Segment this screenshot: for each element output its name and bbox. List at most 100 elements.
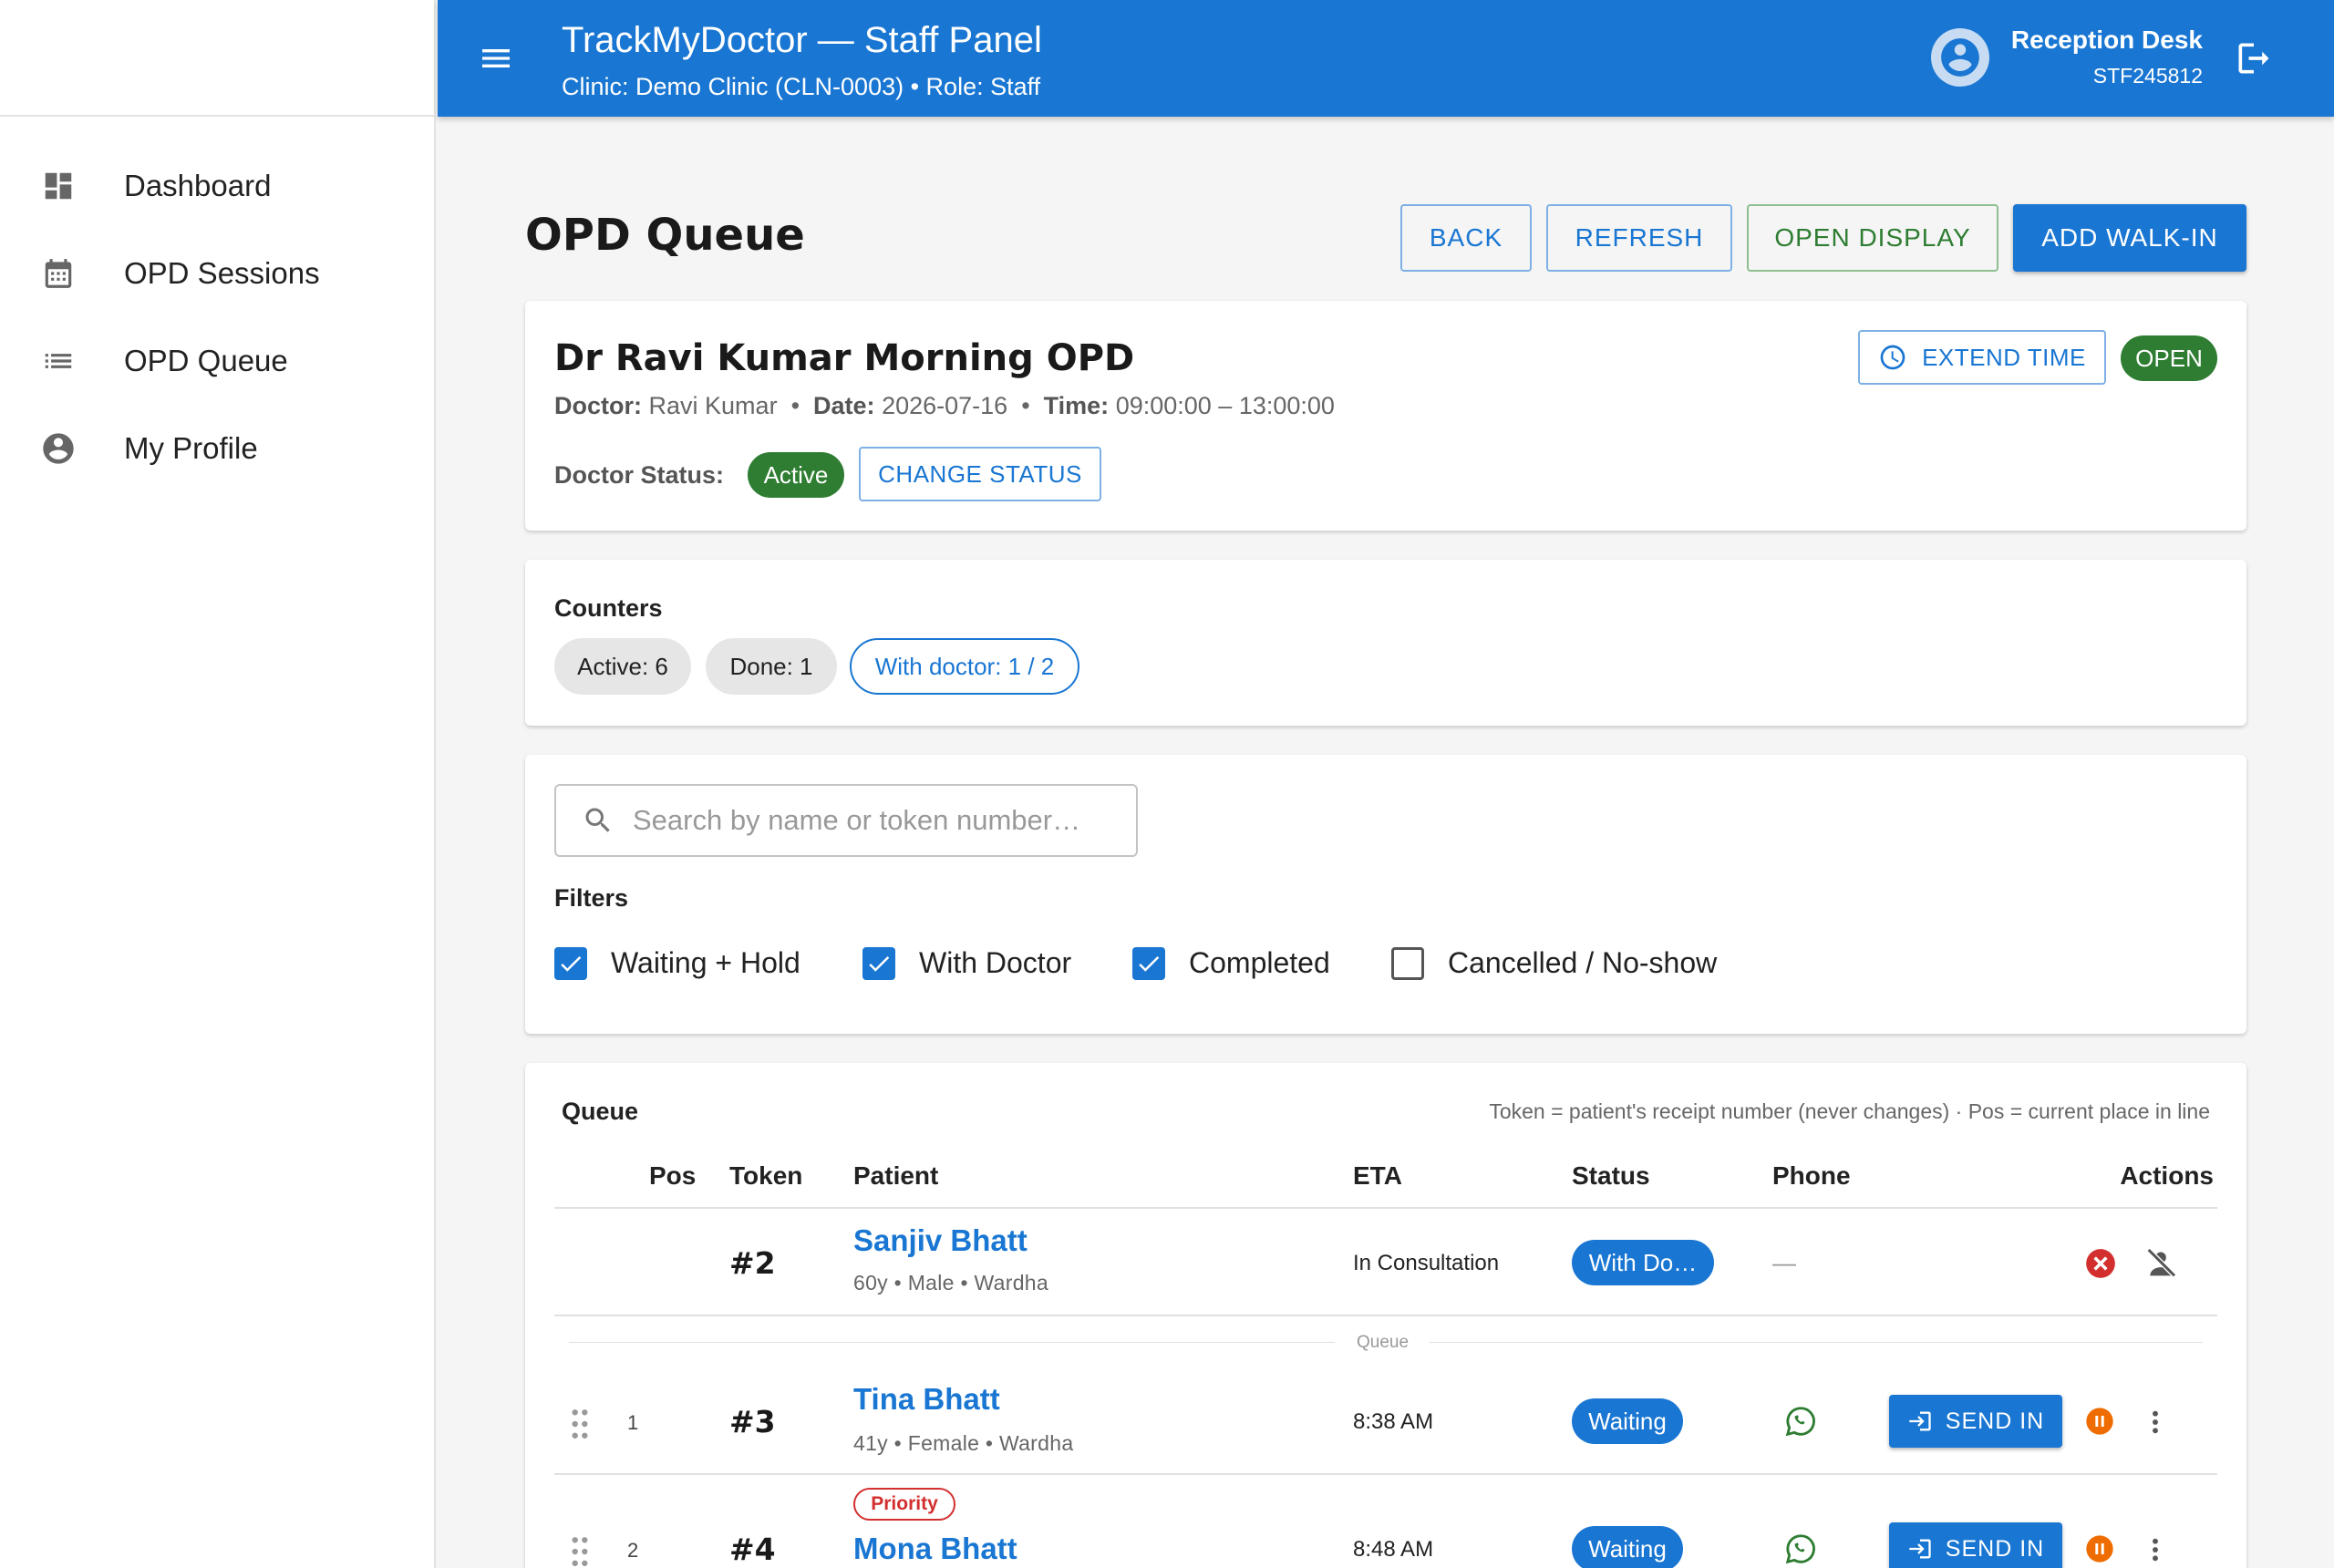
search-input[interactable] xyxy=(633,804,1125,837)
more-vert-icon[interactable] xyxy=(2144,1532,2166,1568)
counter-active: Active: 6 xyxy=(554,638,691,695)
filter-label: Cancelled / No-show xyxy=(1448,946,1718,979)
search-field[interactable] xyxy=(554,784,1138,857)
search-icon xyxy=(582,804,614,837)
filter-cancelled-noshow[interactable]: Cancelled / No-show xyxy=(1391,946,1717,980)
patient-name-link[interactable]: Mona Bhatt xyxy=(853,1532,1017,1566)
position-number: 2 xyxy=(627,1539,639,1562)
counters-card: Counters Active: 6 Done: 1 With doctor: … xyxy=(525,560,2246,726)
person-off-icon[interactable] xyxy=(2141,1243,2181,1284)
send-in-label: SEND IN xyxy=(1945,1408,2045,1434)
status-badge: Waiting xyxy=(1572,1398,1683,1444)
sidebar-item-dashboard[interactable]: Dashboard xyxy=(0,142,434,230)
account-circle-icon xyxy=(40,430,77,467)
list-icon xyxy=(40,343,77,379)
column-header-eta: ETA xyxy=(1353,1161,1402,1190)
column-header-pos: Pos xyxy=(649,1161,697,1190)
filter-with-doctor[interactable]: With Doctor xyxy=(862,946,1071,980)
send-in-label: SEND IN xyxy=(1945,1535,2045,1562)
priority-badge: Priority xyxy=(853,1488,955,1521)
user-name: Reception Desk xyxy=(2010,26,2203,54)
filter-label: Waiting + Hold xyxy=(611,946,800,979)
calendar-icon xyxy=(40,255,77,292)
doctor-name: Ravi Kumar xyxy=(648,392,778,419)
filter-label: Completed xyxy=(1189,946,1330,979)
status-badge: With Do… xyxy=(1572,1240,1714,1285)
app-bar: TrackMyDoctor — Staff Panel Clinic: Demo… xyxy=(438,0,2334,117)
column-header-phone: Phone xyxy=(1772,1161,1851,1190)
queue-divider-line xyxy=(1430,1342,2203,1343)
session-state-badge: OPEN xyxy=(2121,335,2217,381)
send-in-button[interactable]: SEND IN xyxy=(1889,1522,2062,1568)
token-number: #3 xyxy=(729,1404,776,1439)
eta-value: 8:38 AM xyxy=(1353,1409,1434,1434)
time-label: Time: xyxy=(1043,392,1110,419)
sidebar-item-my-profile[interactable]: My Profile xyxy=(0,405,434,492)
sidebar-item-label: Dashboard xyxy=(124,169,272,202)
filter-waiting-hold[interactable]: Waiting + Hold xyxy=(554,946,800,980)
doctor-label: Doctor: xyxy=(554,392,642,419)
token-number: #2 xyxy=(729,1245,776,1281)
extend-time-button[interactable]: EXTEND TIME xyxy=(1858,330,2106,385)
user-avatar[interactable] xyxy=(1931,28,1989,87)
checkbox-checked[interactable] xyxy=(862,946,895,980)
queue-title: Queue xyxy=(562,1098,639,1125)
change-status-button[interactable]: CHANGE STATUS xyxy=(859,447,1101,501)
cancel-icon[interactable] xyxy=(2082,1245,2119,1282)
sidebar-item-opd-sessions[interactable]: OPD Sessions xyxy=(0,230,434,317)
drag-handle-icon[interactable] xyxy=(567,1533,593,1568)
doctor-status-label: Doctor Status: xyxy=(554,461,725,489)
sidebar-header xyxy=(0,0,434,117)
row-divider xyxy=(554,1473,2217,1475)
app-title: TrackMyDoctor — Staff Panel xyxy=(562,20,1042,60)
filters-label: Filters xyxy=(554,884,629,912)
patient-name-link[interactable]: Tina Bhatt xyxy=(853,1382,1000,1417)
logout-icon[interactable] xyxy=(2232,36,2276,80)
checkbox-checked[interactable] xyxy=(554,946,587,980)
eta-value: In Consultation xyxy=(1353,1251,1500,1275)
date-label: Date: xyxy=(813,392,875,419)
send-in-button[interactable]: SEND IN xyxy=(1889,1395,2062,1448)
session-card: Dr Ravi Kumar Morning OPD Doctor: Ravi K… xyxy=(525,301,2246,531)
eta-value: 8:48 AM xyxy=(1353,1537,1434,1562)
patient-name-link[interactable]: Sanjiv Bhatt xyxy=(853,1223,1028,1258)
counter-with-doctor[interactable]: With doctor: 1 / 2 xyxy=(850,638,1079,695)
queue-divider-label: Queue xyxy=(1357,1333,1410,1352)
sidebar-nav: Dashboard OPD Sessions OPD Queue My Prof… xyxy=(0,117,434,492)
extend-time-label: EXTEND TIME xyxy=(1922,343,2086,371)
counters-label: Counters xyxy=(554,594,663,622)
queue-divider-line xyxy=(569,1342,1335,1343)
session-time: 09:00:00 – 13:00:00 xyxy=(1115,392,1335,419)
checkbox-checked[interactable] xyxy=(1132,946,1165,980)
sidebar-item-label: OPD Sessions xyxy=(124,256,320,290)
back-button[interactable]: BACK xyxy=(1400,204,1532,272)
page-title: OPD Queue xyxy=(525,210,805,261)
clock-icon xyxy=(1878,343,1907,372)
row-divider xyxy=(554,1315,2217,1316)
menu-icon[interactable] xyxy=(474,36,518,80)
column-header-actions: Actions xyxy=(2120,1161,2214,1190)
drag-handle-icon[interactable] xyxy=(567,1406,593,1442)
pause-icon[interactable] xyxy=(2084,1406,2115,1437)
add-walkin-button[interactable]: ADD WALK-IN xyxy=(2013,204,2246,272)
open-display-button[interactable]: OPEN DISPLAY xyxy=(1747,204,1998,272)
column-header-patient: Patient xyxy=(853,1161,939,1190)
filter-card: Filters Waiting + Hold With Doctor Compl… xyxy=(525,755,2246,1034)
sidebar-item-label: My Profile xyxy=(124,431,258,465)
login-icon xyxy=(1907,1408,1933,1434)
column-header-status: Status xyxy=(1572,1161,1650,1190)
table-header-divider xyxy=(554,1207,2217,1209)
login-icon xyxy=(1907,1536,1933,1562)
patient-info: 60y • Male • Wardha xyxy=(853,1271,1048,1295)
refresh-button[interactable]: REFRESH xyxy=(1546,204,1732,272)
more-vert-icon[interactable] xyxy=(2144,1404,2166,1440)
filter-completed[interactable]: Completed xyxy=(1132,946,1330,980)
checkbox-unchecked[interactable] xyxy=(1391,946,1424,980)
column-header-token: Token xyxy=(729,1161,803,1190)
doctor-status-badge: Active xyxy=(748,452,844,498)
sidebar-item-opd-queue[interactable]: OPD Queue xyxy=(0,317,434,405)
session-title: Dr Ravi Kumar Morning OPD xyxy=(554,337,1135,379)
whatsapp-icon[interactable] xyxy=(1781,1402,1820,1440)
whatsapp-icon[interactable] xyxy=(1781,1530,1820,1568)
pause-icon[interactable] xyxy=(2084,1533,2115,1564)
